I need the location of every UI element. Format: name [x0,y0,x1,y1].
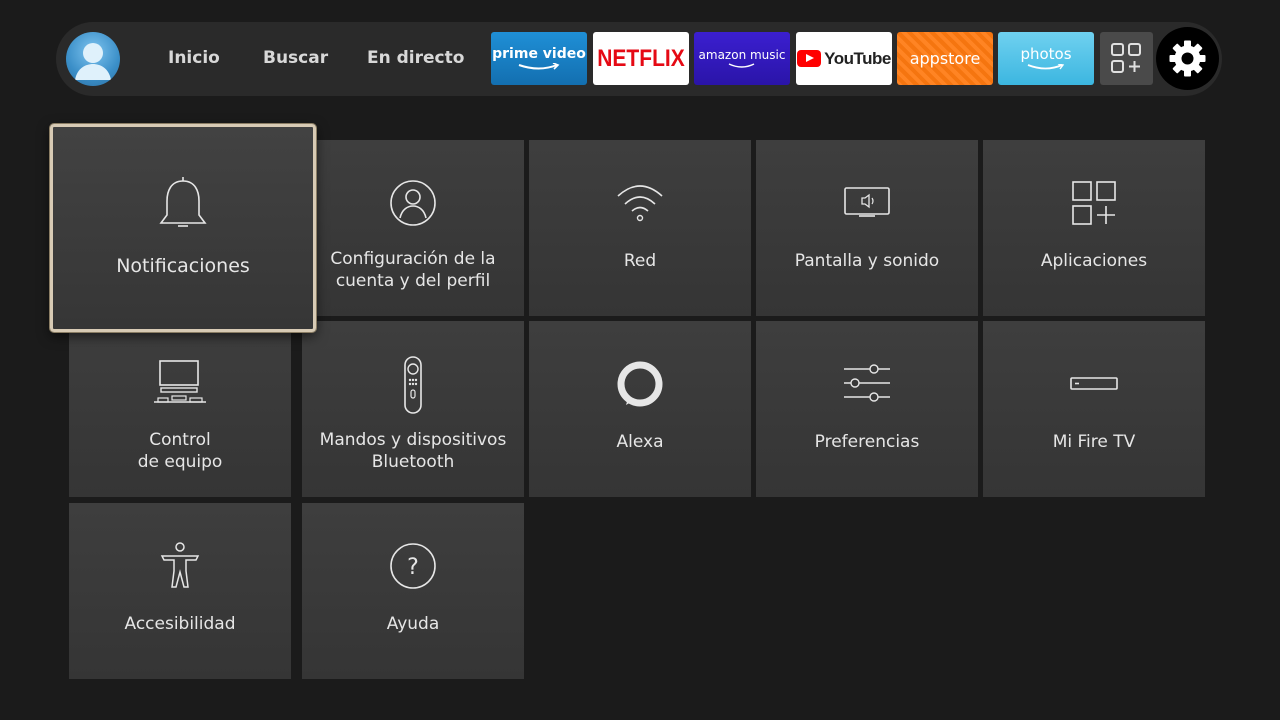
bell-icon [159,177,207,227]
appstore-logo: appstore [909,48,981,68]
alexa-ring-icon [617,361,663,407]
tile-label: Mi Fire TV [1052,432,1136,452]
grid-plus-icon [1111,43,1141,73]
amazon-music-logo: amazon music [698,47,786,62]
tile-ayuda[interactable]: ? Ayuda [302,503,524,679]
smile-arrow-icon [728,62,755,68]
app-netflix[interactable]: NETFLIX [593,32,689,85]
tile-red[interactable]: Red [529,140,751,316]
wifi-icon [617,185,663,222]
tile-label: Ayuda [386,614,440,634]
accessibility-icon [160,542,200,588]
tile-label-line2: Bluetooth [371,452,455,472]
tile-aplicaciones[interactable]: Aplicaciones [983,140,1205,316]
tile-label-line2: cuenta y del perfil [335,271,491,291]
tile-label: Alexa [616,432,664,452]
svg-text:?: ? [407,555,419,580]
equipment-icon [154,360,206,403]
tile-pantalla-sonido[interactable]: Pantalla y sonido [756,140,978,316]
tile-label: Preferencias [814,432,920,452]
tile-mi-fire-tv[interactable]: Mi Fire TV [983,321,1205,497]
smile-arrow-icon [1027,63,1065,69]
tile-alexa[interactable]: Alexa [529,321,751,497]
tile-label: Accesibilidad [124,614,236,634]
tile-label: Aplicaciones [1040,251,1148,271]
youtube-play-icon [797,50,822,67]
sliders-icon [844,364,890,402]
profile-icon [75,43,111,80]
apps-grid-icon [1072,181,1116,225]
tile-label-line1: Control [149,430,211,450]
tile-cuenta-perfil[interactable]: Configuración de la cuenta y del perfil [302,140,524,316]
tile-control-equipo[interactable]: Control de equipo [69,321,291,497]
tv-sound-icon [844,187,890,217]
remote-icon [404,356,422,414]
tile-label: Configuración de la cuenta y del perfil [302,248,524,292]
nav-inicio[interactable]: Inicio [168,48,220,68]
tile-mandos-bluetooth[interactable]: Mandos y dispositivos Bluetooth [302,321,524,497]
tile-accesibilidad[interactable]: Accesibilidad [69,503,291,679]
app-prime-video[interactable]: prime video [491,32,587,85]
tile-preferencias[interactable]: Preferencias [756,321,978,497]
fire-tv-stick-icon [1070,377,1118,390]
photos-logo: photos [1020,44,1072,63]
smile-arrow-icon [518,62,560,70]
tile-label: Notificaciones [116,255,250,277]
tile-label: Pantalla y sonido [794,251,940,271]
settings-button[interactable] [1156,27,1219,90]
nav-en-directo[interactable]: En directo [367,48,464,68]
all-apps-button[interactable] [1100,32,1153,85]
tile-label-line1: Mandos y dispositivos [319,430,507,450]
tile-label-line1: Configuración de la [330,249,496,269]
app-youtube[interactable]: YouTube [796,32,892,85]
tile-label: Red [623,251,657,271]
person-circle-icon [390,180,436,226]
profile-avatar[interactable] [66,32,120,86]
tile-label: Control de equipo [69,429,291,473]
prime-video-logo: prime video [492,45,586,62]
app-amazon-photos[interactable]: photos [998,32,1094,85]
tile-notificaciones[interactable]: Notificaciones [50,124,316,332]
tile-label: Mandos y dispositivos Bluetooth [302,429,524,473]
app-amazon-music[interactable]: amazon music [694,32,790,85]
netflix-logo: NETFLIX [597,45,685,72]
tile-label-line2: de equipo [137,452,223,472]
help-icon: ? [390,543,436,589]
gear-icon [1169,40,1206,77]
nav-buscar[interactable]: Buscar [263,48,328,68]
youtube-logo: YouTube [797,50,891,67]
youtube-wordmark: YouTube [824,49,891,68]
app-appstore[interactable]: appstore [897,32,993,85]
